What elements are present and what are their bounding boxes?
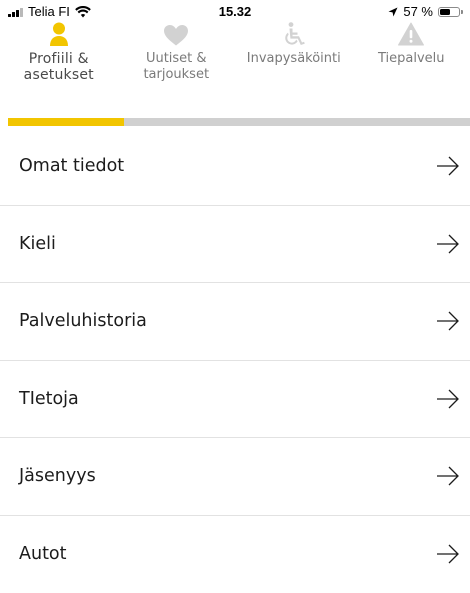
menu-item-membership[interactable]: Jäsenyys <box>0 438 470 516</box>
arrow-right-icon <box>436 543 460 565</box>
tab-label: Uutiset & tarjoukset <box>143 51 209 83</box>
profile-menu-list: Omat tiedot Kieli Palveluhistoria TIetoj… <box>0 128 470 593</box>
wheelchair-icon <box>283 22 305 46</box>
tab-disabled-parking[interactable]: Invapysäköinti <box>235 22 353 118</box>
battery-percentage: 57 % <box>403 4 433 19</box>
menu-item-label: Kieli <box>19 234 56 254</box>
menu-item-label: Jäsenyys <box>19 466 96 486</box>
tab-label: Tiepalvelu <box>378 51 445 67</box>
menu-item-label: TIetoja <box>19 389 79 409</box>
tab-profile-settings[interactable]: Profiili & asetukset <box>0 22 118 118</box>
menu-item-label: Palveluhistoria <box>19 311 147 331</box>
arrow-right-icon <box>436 233 460 255</box>
menu-item-label: Omat tiedot <box>19 156 124 176</box>
menu-item-info[interactable]: TIetoja <box>0 361 470 439</box>
person-icon <box>48 22 70 46</box>
status-right: 57 % <box>388 4 460 19</box>
arrow-right-icon <box>436 388 460 410</box>
active-tab-indicator <box>8 118 124 126</box>
menu-item-cars[interactable]: Autot <box>0 516 470 593</box>
arrow-right-icon <box>436 310 460 332</box>
menu-item-label: Autot <box>19 544 67 564</box>
location-arrow-icon <box>388 7 398 17</box>
tab-label: Profiili & asetukset <box>24 51 94 83</box>
arrow-right-icon <box>436 465 460 487</box>
battery-fill <box>440 9 450 15</box>
menu-item-service-history[interactable]: Palveluhistoria <box>0 283 470 361</box>
heart-icon <box>163 24 189 46</box>
tab-label: Invapysäköinti <box>247 51 341 67</box>
menu-item-language[interactable]: Kieli <box>0 206 470 284</box>
battery-icon <box>438 7 460 17</box>
tab-news-offers[interactable]: Uutiset & tarjoukset <box>118 22 236 118</box>
tab-road-service[interactable]: Tiepalvelu <box>353 22 470 118</box>
arrow-right-icon <box>436 155 460 177</box>
menu-item-own-details[interactable]: Omat tiedot <box>0 128 470 206</box>
top-tab-bar: Profiili & asetukset Uutiset & tarjoukse… <box>0 22 470 118</box>
status-bar: Telia FI 15.32 57 % <box>0 0 470 22</box>
tab-indicator-track <box>8 118 470 126</box>
battery-cap <box>461 10 463 14</box>
warning-triangle-icon <box>398 22 424 46</box>
